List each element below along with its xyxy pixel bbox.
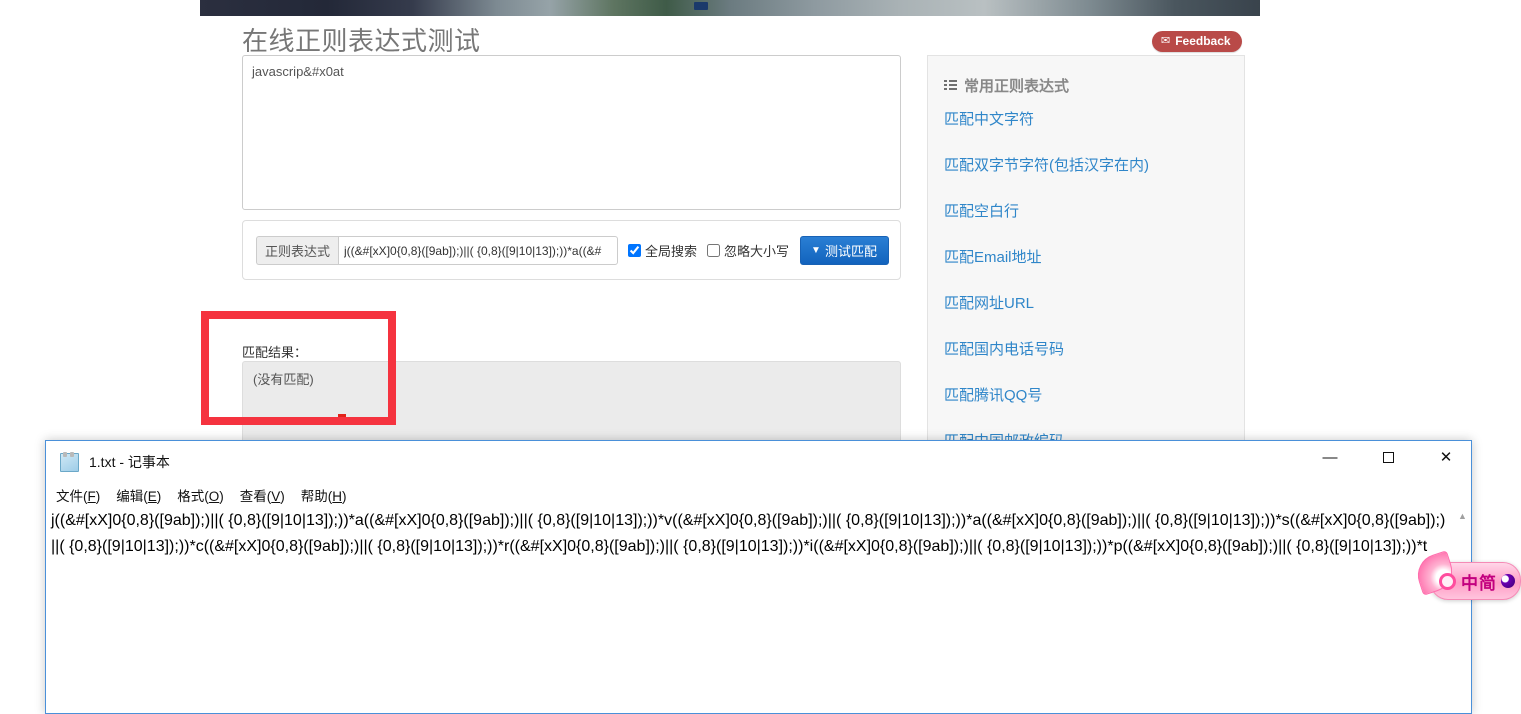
notepad-scrollbar[interactable]: ▲ [1453,507,1470,713]
notepad-window: 1.txt - 记事本 — ✕ 文件(F) 编辑(E) 格式(O) 查看(V) … [45,440,1472,714]
notepad-titlebar[interactable]: 1.txt - 记事本 — ✕ [46,441,1471,483]
sidebar-item-phone[interactable]: 匹配国内电话号码 [944,338,1234,359]
maximize-icon [1382,451,1394,463]
menu-format[interactable]: 格式(O) [177,485,224,505]
global-search-checkbox[interactable] [628,244,642,257]
ignore-case-label: 忽略大小写 [724,244,790,259]
page-title: 在线正则表达式测试 [242,26,481,56]
sidebar-title: 常用正则表达式 [944,75,1069,96]
menu-view[interactable]: 查看(V) [240,485,285,505]
list-icon [944,80,957,91]
notepad-title: 1.txt - 记事本 [89,454,170,470]
menu-edit[interactable]: 编辑(E) [116,485,161,505]
close-icon: ✕ [1439,448,1453,466]
notepad-menubar: 文件(F) 编辑(E) 格式(O) 查看(V) 帮助(H) [46,483,1471,507]
ignore-case-checkbox[interactable] [707,244,721,257]
test-string-textarea[interactable] [242,55,901,210]
menu-file[interactable]: 文件(F) [56,485,100,505]
annotation-highlight-box [201,311,396,425]
sidebar-item-double-byte[interactable]: 匹配双字节字符(包括汉字在内) [944,154,1234,175]
hero-badge [694,2,708,10]
notepad-icon [60,451,79,472]
global-search-checkbox-wrap[interactable]: 全局搜索 [628,241,697,260]
regex-pattern-input[interactable] [338,236,619,265]
close-button[interactable]: ✕ [1423,441,1469,473]
menu-help[interactable]: 帮助(H) [301,485,347,505]
floating-zhongjian-widget[interactable]: 中简 [1412,550,1521,600]
sidebar-item-blank-line[interactable]: 匹配空白行 [944,200,1234,221]
sidebar-item-qq[interactable]: 匹配腾讯QQ号 [944,384,1234,405]
feedback-button[interactable]: ✉ Feedback [1152,31,1242,52]
sidebar-item-email[interactable]: 匹配Email地址 [944,246,1234,267]
minimize-icon: — [1322,448,1338,466]
regex-label: 正则表达式 [256,236,339,265]
ignore-case-checkbox-wrap[interactable]: 忽略大小写 [707,241,789,260]
maximize-button[interactable] [1365,441,1411,473]
minimize-button[interactable]: — [1307,441,1353,473]
global-search-label: 全局搜索 [645,244,698,259]
feedback-label: Feedback [1175,34,1231,48]
regex-panel: 正则表达式 全局搜索 忽略大小写 ▼ 测试匹配 [242,220,901,280]
sidebar-link-list: 匹配中文字符 匹配双字节字符(包括汉字在内) 匹配空白行 匹配Email地址 匹… [944,108,1234,476]
scroll-up-arrow-icon[interactable]: ▲ [1454,507,1471,524]
notepad-text-content[interactable]: j((&#[xX]0{0,8}([9ab]);)||( {0,8}([9|10|… [47,507,1455,712]
envelope-icon: ✉ [1161,34,1171,47]
test-match-label: 测试匹配 [824,243,877,259]
hero-banner-image [200,0,1260,16]
sidebar-title-text: 常用正则表达式 [964,78,1070,95]
regex-input-row: 正则表达式 全局搜索 忽略大小写 ▼ 测试匹配 [256,236,889,265]
common-regex-sidebar: 常用正则表达式 匹配中文字符 匹配双字节字符(包括汉字在内) 匹配空白行 匹配E… [927,55,1245,455]
sidebar-item-url[interactable]: 匹配网址URL [944,292,1234,313]
moon-icon [1501,574,1515,588]
chevron-down-icon: ▼ [811,244,821,256]
test-match-button[interactable]: ▼ 测试匹配 [800,236,889,265]
ring-icon [1439,573,1456,590]
zhongjian-label: 中简 [1461,573,1497,593]
sidebar-item-chinese-chars[interactable]: 匹配中文字符 [944,108,1234,129]
test-input-section [242,55,902,215]
